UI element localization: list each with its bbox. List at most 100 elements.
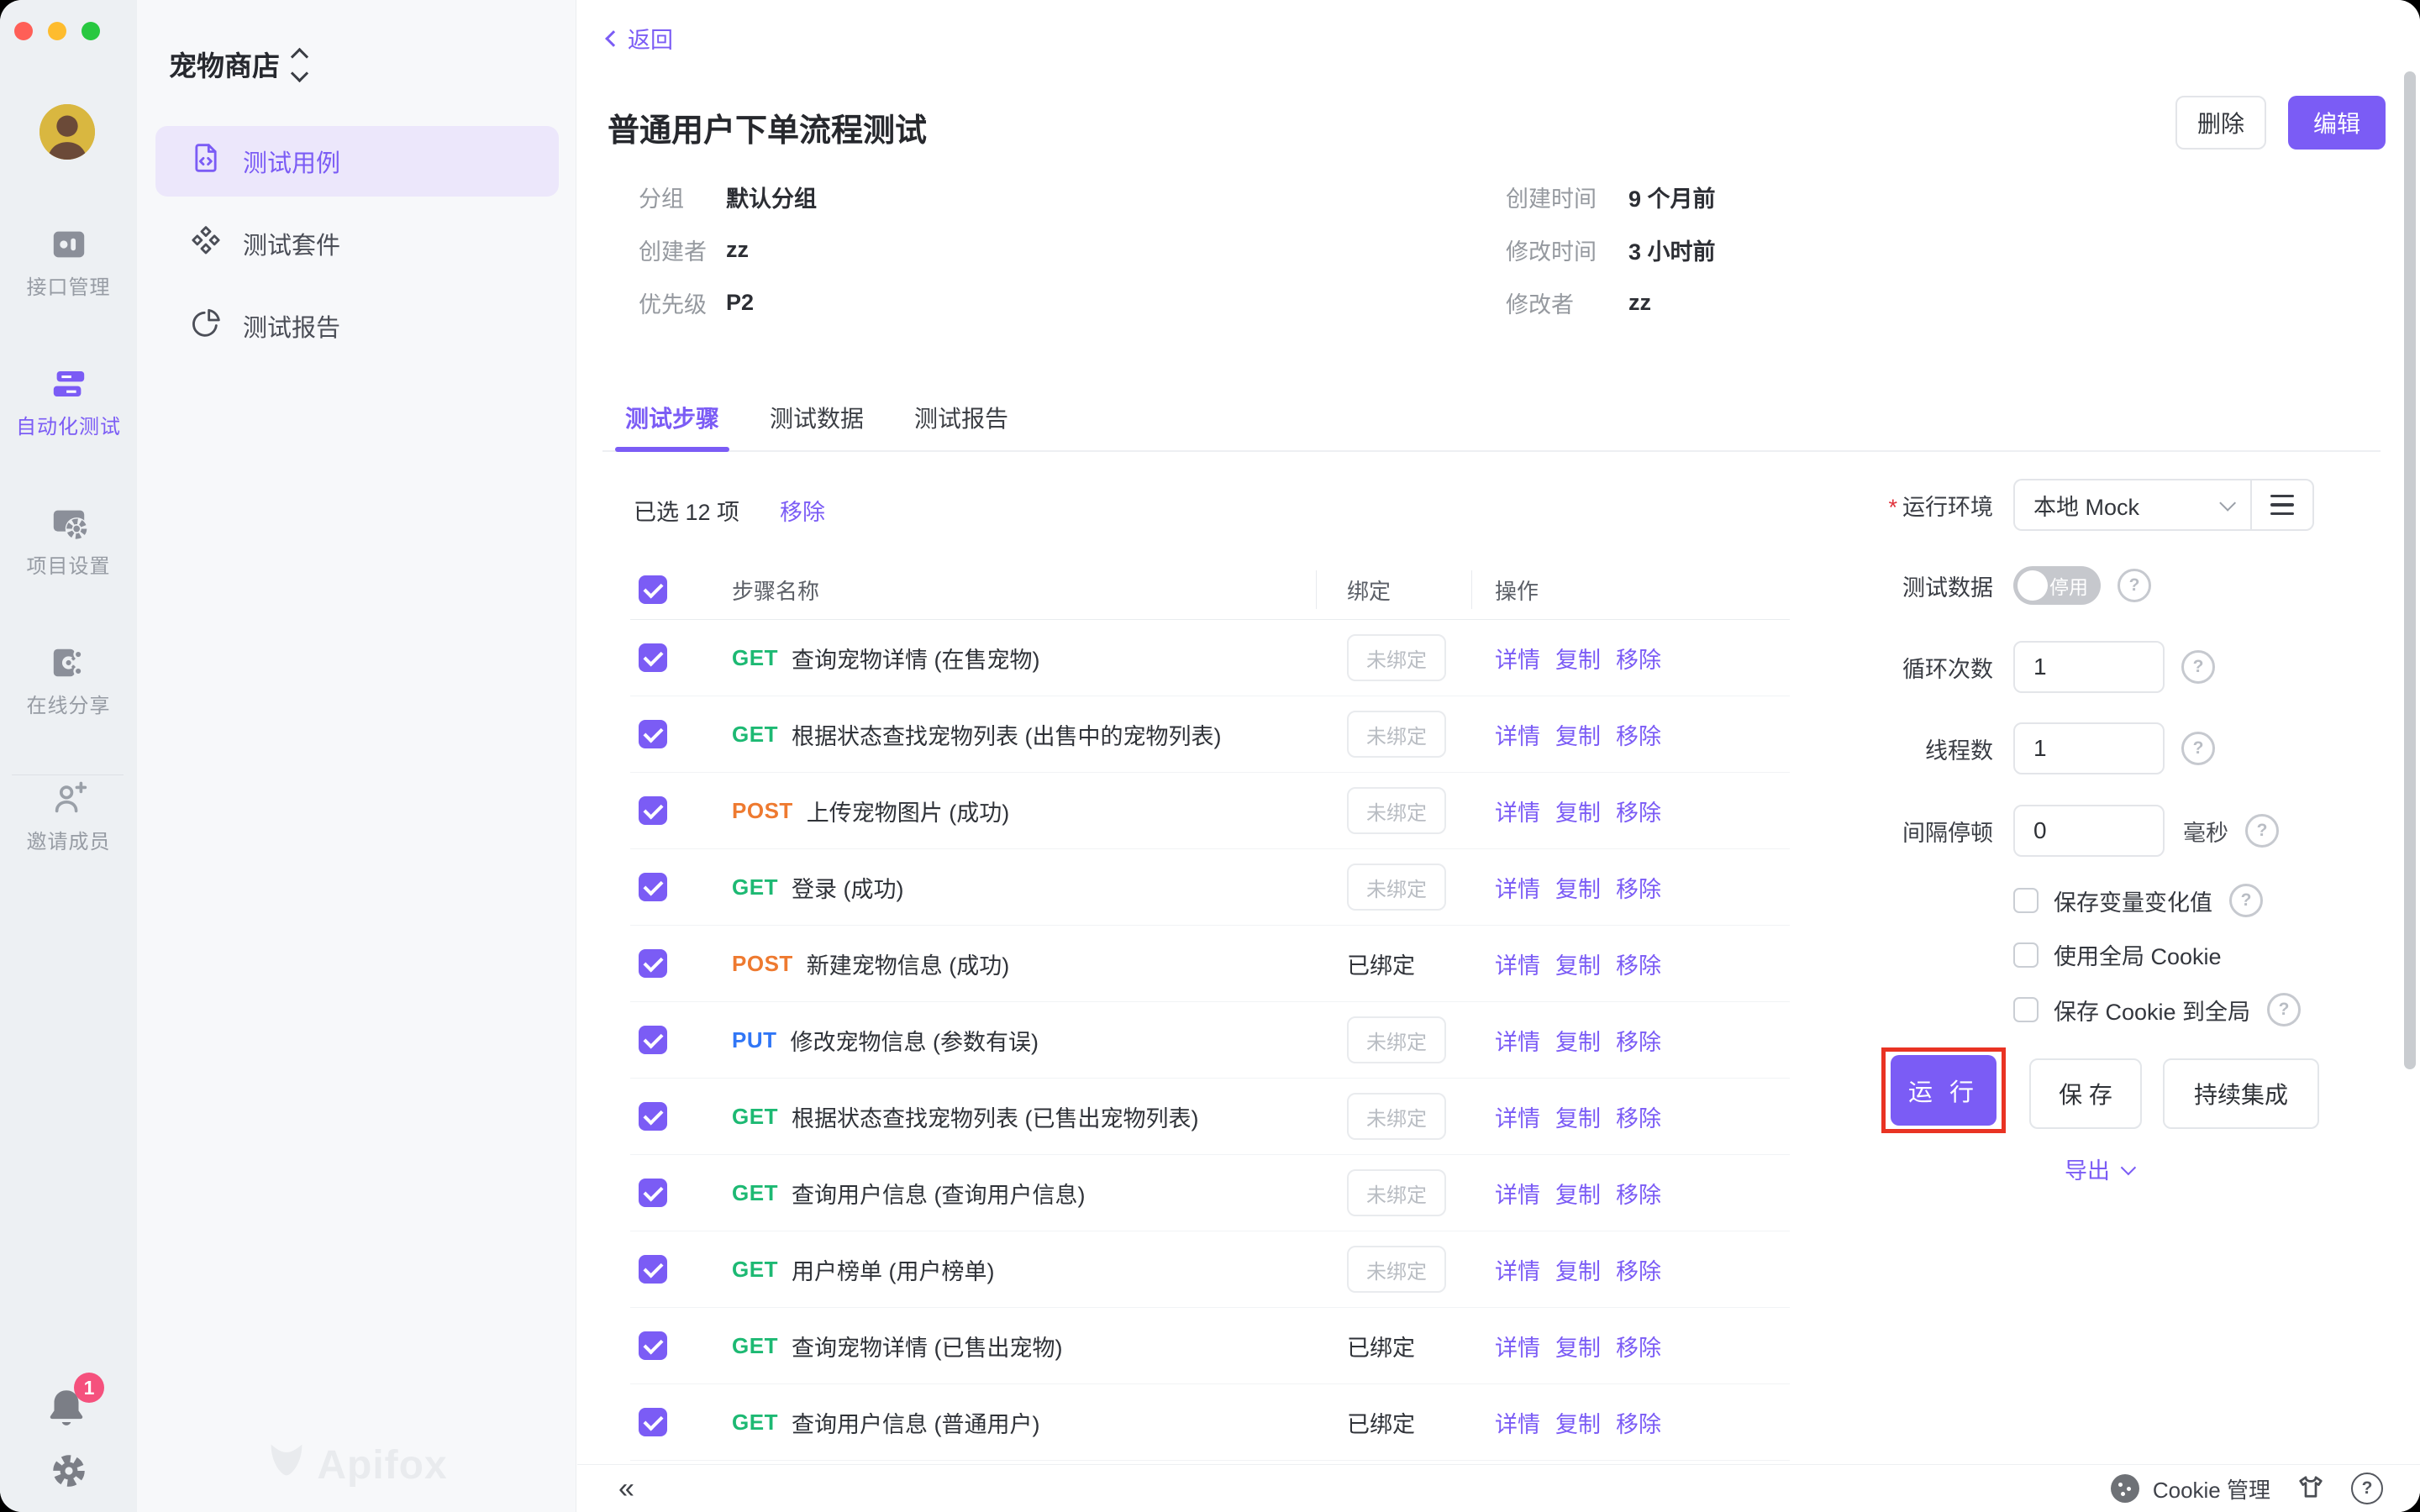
row-checkbox[interactable] xyxy=(639,720,667,748)
row-checkbox[interactable] xyxy=(639,1102,667,1131)
interval-input[interactable]: 0 xyxy=(2013,805,2165,857)
row-checkbox[interactable] xyxy=(639,873,667,901)
zoom-window-button[interactable] xyxy=(82,22,100,40)
action-copy[interactable]: 复制 xyxy=(1555,1024,1601,1057)
action-detail[interactable]: 详情 xyxy=(1495,948,1540,980)
run-env-select[interactable]: 本地 Mock xyxy=(2013,479,2250,531)
action-detail[interactable]: 详情 xyxy=(1495,871,1540,904)
thread-count-input[interactable]: 1 xyxy=(2013,722,2165,774)
action-detail[interactable]: 详情 xyxy=(1495,1406,1540,1439)
minimize-window-button[interactable] xyxy=(48,22,66,40)
action-detail[interactable]: 详情 xyxy=(1495,1177,1540,1210)
action-remove[interactable]: 移除 xyxy=(1616,642,1661,675)
tab-test-steps[interactable]: 测试步骤 xyxy=(622,385,723,450)
action-detail[interactable]: 详情 xyxy=(1495,795,1540,827)
action-detail[interactable]: 详情 xyxy=(1495,1330,1540,1362)
rail-item-automated-testing[interactable]: 自动化测试 xyxy=(0,365,137,439)
method-badge: GET xyxy=(732,722,778,748)
check-icon xyxy=(643,722,663,743)
tab-test-report[interactable]: 测试报告 xyxy=(911,385,1012,450)
row-checkbox[interactable] xyxy=(639,796,667,825)
action-remove[interactable]: 移除 xyxy=(1616,1100,1661,1133)
row-checkbox[interactable] xyxy=(639,1255,667,1284)
run-button[interactable]: 运 行 xyxy=(1891,1055,1996,1126)
action-remove[interactable]: 移除 xyxy=(1616,948,1661,980)
action-copy[interactable]: 复制 xyxy=(1555,948,1601,980)
help-icon[interactable]: ? xyxy=(2118,569,2151,602)
row-checkbox[interactable] xyxy=(639,949,667,978)
sidebar-item-test-reports[interactable]: 测试报告 xyxy=(155,291,559,361)
interval-unit: 毫秒 xyxy=(2183,815,2228,848)
loop-count-label: 循环次数 xyxy=(1817,651,1993,684)
cookie-manager-button[interactable]: Cookie 管理 xyxy=(2111,1473,2270,1504)
sidebar-item-test-suites[interactable]: 测试套件 xyxy=(155,208,559,279)
action-copy[interactable]: 复制 xyxy=(1555,642,1601,675)
collapse-sidebar-button[interactable]: « xyxy=(618,1474,634,1503)
action-copy[interactable]: 复制 xyxy=(1555,1330,1601,1362)
action-detail[interactable]: 详情 xyxy=(1495,642,1540,675)
action-detail[interactable]: 详情 xyxy=(1495,1100,1540,1133)
help-icon[interactable]: ? xyxy=(2181,650,2215,684)
edit-button[interactable]: 编辑 xyxy=(2288,96,2386,150)
help-icon[interactable]: ? xyxy=(2245,814,2279,848)
action-detail[interactable]: 详情 xyxy=(1495,718,1540,751)
notifications-button[interactable]: 1 xyxy=(42,1384,96,1435)
theme-button[interactable] xyxy=(2296,1472,2326,1506)
back-link[interactable]: 返回 xyxy=(608,22,673,55)
action-remove[interactable]: 移除 xyxy=(1616,1330,1661,1362)
help-icon[interactable]: ? xyxy=(2181,732,2215,765)
rail-item-project-settings[interactable]: 项目设置 xyxy=(0,504,137,579)
export-link[interactable]: 导出 xyxy=(2065,1152,2133,1185)
action-detail[interactable]: 详情 xyxy=(1495,1253,1540,1286)
help-icon[interactable]: ? xyxy=(2267,993,2301,1026)
action-remove[interactable]: 移除 xyxy=(1616,718,1661,751)
scrollbar-thumb[interactable] xyxy=(2404,71,2416,1069)
action-copy[interactable]: 复制 xyxy=(1555,1253,1601,1286)
action-remove[interactable]: 移除 xyxy=(1616,795,1661,827)
env-manage-button[interactable] xyxy=(2250,479,2314,531)
action-remove[interactable]: 移除 xyxy=(1616,1406,1661,1439)
table-row: POST上传宠物图片 (成功) 未绑定 详情复制移除 xyxy=(630,773,1790,849)
row-checkbox[interactable] xyxy=(639,643,667,672)
action-copy[interactable]: 复制 xyxy=(1555,718,1601,751)
action-detail[interactable]: 详情 xyxy=(1495,1024,1540,1057)
test-data-toggle[interactable]: 停用 xyxy=(2013,566,2101,605)
action-copy[interactable]: 复制 xyxy=(1555,795,1601,827)
row-checkbox[interactable] xyxy=(639,1026,667,1054)
ci-button[interactable]: 持续集成 xyxy=(2163,1058,2319,1129)
action-remove[interactable]: 移除 xyxy=(1616,871,1661,904)
row-checkbox[interactable] xyxy=(639,1408,667,1436)
avatar[interactable] xyxy=(39,104,95,160)
settings-button[interactable] xyxy=(48,1450,90,1496)
action-remove[interactable]: 移除 xyxy=(1616,1177,1661,1210)
action-copy[interactable]: 复制 xyxy=(1555,1177,1601,1210)
delete-button[interactable]: 删除 xyxy=(2175,96,2266,150)
invite-member-button[interactable]: 邀请成员 xyxy=(0,780,137,854)
row-checkbox[interactable] xyxy=(639,1179,667,1207)
action-copy[interactable]: 复制 xyxy=(1555,871,1601,904)
select-all-checkbox[interactable] xyxy=(639,575,667,604)
action-remove[interactable]: 移除 xyxy=(1616,1253,1661,1286)
action-remove[interactable]: 移除 xyxy=(1616,1024,1661,1057)
rail-item-api-management[interactable]: 接口管理 xyxy=(0,225,137,300)
action-copy[interactable]: 复制 xyxy=(1555,1406,1601,1439)
action-copy[interactable]: 复制 xyxy=(1555,1100,1601,1133)
save-cookie-global-checkbox[interactable] xyxy=(2013,997,2039,1022)
tab-test-data[interactable]: 测试数据 xyxy=(766,385,867,450)
help-icon[interactable]: ? xyxy=(2229,884,2263,917)
remove-selected-link[interactable]: 移除 xyxy=(780,494,825,527)
table-row: PUT修改宠物信息 (参数有误) 未绑定 详情复制移除 xyxy=(630,1002,1790,1079)
save-variables-checkbox[interactable] xyxy=(2013,888,2039,913)
save-button[interactable]: 保 存 xyxy=(2029,1058,2142,1129)
sidebar-item-test-cases[interactable]: 测试用例 xyxy=(155,126,559,197)
table-row: POST新建宠物信息 (成功) 已绑定 详情复制移除 xyxy=(630,926,1790,1002)
binding-badge: 未绑定 xyxy=(1347,1169,1446,1216)
step-name: 查询用户信息 (查询用户信息) xyxy=(792,1177,1085,1210)
loop-count-input[interactable]: 1 xyxy=(2013,641,2165,693)
row-checkbox[interactable] xyxy=(639,1331,667,1360)
help-button[interactable]: ? xyxy=(2351,1473,2383,1504)
rail-item-online-share[interactable]: 在线分享 xyxy=(0,643,137,718)
close-window-button[interactable] xyxy=(14,22,33,40)
project-switcher[interactable]: 宠物商店 xyxy=(169,44,306,84)
use-global-cookie-checkbox[interactable] xyxy=(2013,942,2039,968)
